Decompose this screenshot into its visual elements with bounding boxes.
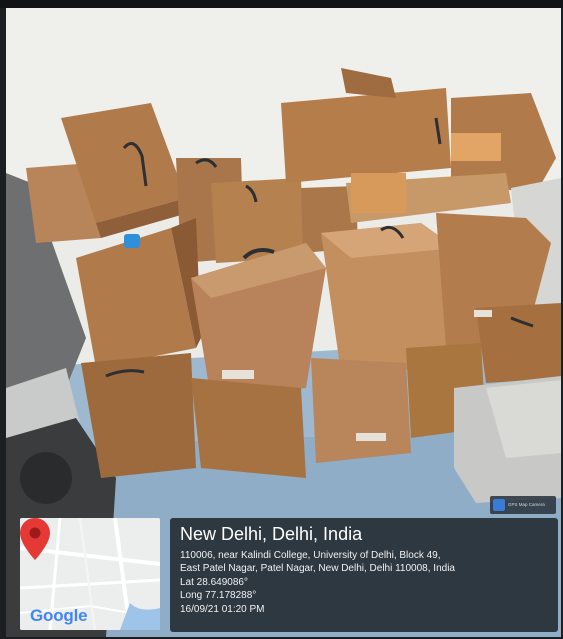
map-pin-icon	[20, 518, 50, 560]
location-info-panel: New Delhi, Delhi, India 110006, near Kal…	[170, 518, 558, 632]
address-line-2: East Patel Nagar, Patel Nagar, New Delhi…	[180, 563, 455, 575]
datetime: 16/09/21 01:20 PM	[180, 603, 265, 615]
longitude: Long 77.178288°	[180, 590, 257, 602]
top-bar	[0, 0, 563, 8]
box-label-3	[474, 310, 492, 317]
camera-badge-label: GPS Map Camera	[508, 502, 545, 507]
screenshot-frame: Google New Delhi, Delhi, India 110006, n…	[0, 0, 563, 639]
box-top-lying	[281, 88, 451, 183]
blue-tag	[124, 234, 140, 248]
camera-app-icon	[493, 499, 505, 511]
latitude: Lat 28.649086°	[180, 576, 248, 588]
box-label-1	[222, 370, 254, 379]
box-label-2	[356, 433, 386, 441]
gps-camera-badge: GPS Map Camera	[490, 496, 556, 514]
box-front-center	[191, 378, 306, 478]
map-thumbnail[interactable]: Google	[20, 518, 160, 630]
location-title: New Delhi, Delhi, India	[180, 524, 363, 544]
address-block: 110006, near Kalindi College, University…	[180, 549, 552, 616]
small-block-2	[451, 133, 501, 161]
left-machine-part	[20, 452, 72, 504]
address-line-1: 110006, near Kalindi College, University…	[180, 550, 441, 561]
box-front-mid	[311, 358, 411, 463]
small-block	[351, 173, 406, 213]
google-logo: Google	[30, 606, 88, 625]
